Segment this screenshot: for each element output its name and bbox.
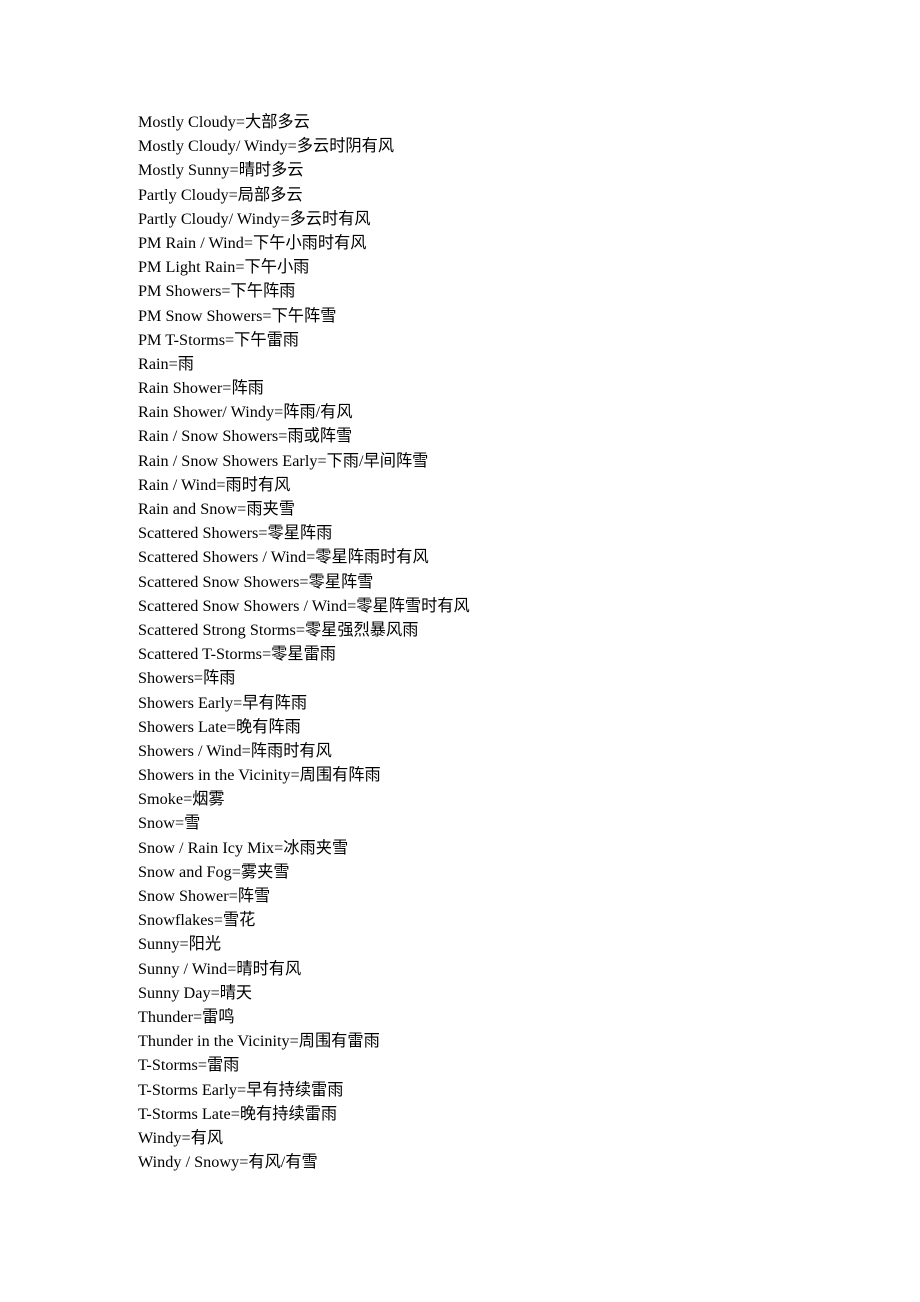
glossary-entry: Scattered Showers / Wind=零星阵雨时有风 xyxy=(138,548,429,567)
glossary-entry: Rain Shower=阵雨 xyxy=(138,379,264,398)
glossary-entry: Scattered T-Storms=零星雷雨 xyxy=(138,645,336,664)
glossary-entry: Thunder in the Vicinity=周围有雷雨 xyxy=(138,1032,380,1051)
document-page: Mostly Cloudy=大部多云 Mostly Cloudy/ Windy=多… xyxy=(0,0,920,1302)
glossary-entry: Scattered Snow Showers=零星阵雪 xyxy=(138,572,374,591)
glossary-entry: Snow and Fog=雾夹雪 xyxy=(138,862,290,881)
glossary-entry: Sunny / Wind=晴时有风 xyxy=(138,959,302,978)
weather-terms-glossary-list: Mostly Cloudy=大部多云 Mostly Cloudy/ Windy=多… xyxy=(138,110,838,1174)
glossary-entry: Mostly Cloudy=大部多云 xyxy=(138,113,310,131)
glossary-entry: Partly Cloudy/ Windy=多云时有风 xyxy=(138,209,371,228)
glossary-entry: Showers=阵雨 xyxy=(138,669,236,688)
glossary-entry: Partly Cloudy=局部多云 xyxy=(138,185,303,204)
glossary-entry: Showers / Wind=阵雨时有风 xyxy=(138,741,332,760)
glossary-entry: Rain / Wind=雨时有风 xyxy=(138,475,291,494)
glossary-entry: Windy=有风 xyxy=(138,1128,224,1147)
glossary-entry: PM Light Rain=下午小雨 xyxy=(138,258,310,277)
glossary-entry: T-Storms Early=早有持续雷雨 xyxy=(138,1080,344,1099)
glossary-entry: Rain and Snow=雨夹雪 xyxy=(138,500,295,518)
glossary-entry: Windy / Snowy=有风/有雪 xyxy=(138,1153,318,1172)
glossary-entry: T-Storms=雷雨 xyxy=(138,1056,240,1075)
glossary-entry: Smoke=烟雾 xyxy=(138,790,225,809)
glossary-entry: Thunder=雷鸣 xyxy=(138,1007,235,1026)
glossary-entry: Snow / Rain Icy Mix=冰雨夹雪 xyxy=(138,838,349,857)
glossary-entry: Mostly Cloudy/ Windy=多云时阴有风 xyxy=(138,137,395,156)
glossary-entry: Sunny Day=晴天 xyxy=(138,983,253,1002)
glossary-entry: Rain Shower/ Windy=阵雨/有风 xyxy=(138,403,353,422)
glossary-entry: PM Rain / Wind=下午小雨时有风 xyxy=(138,233,367,252)
glossary-entry: Showers Early=早有阵雨 xyxy=(138,693,308,712)
glossary-entry: Showers Late=晚有阵雨 xyxy=(138,717,301,736)
glossary-entry: PM Snow Showers=下午阵雪 xyxy=(138,306,337,325)
glossary-entry: Scattered Snow Showers / Wind=零星阵雪时有风 xyxy=(138,596,470,615)
glossary-entry: PM T-Storms=下午雷雨 xyxy=(138,330,300,349)
glossary-entry: Mostly Sunny=晴时多云 xyxy=(138,161,304,180)
glossary-entry: Snowflakes=雪花 xyxy=(138,911,256,930)
glossary-entry: PM Showers=下午阵雨 xyxy=(138,282,296,301)
glossary-entry: Rain / Snow Showers=雨或阵雪 xyxy=(138,427,353,446)
glossary-entry: Sunny=阳光 xyxy=(138,935,222,954)
glossary-entry: T-Storms Late=晚有持续雷雨 xyxy=(138,1104,338,1123)
glossary-entry: Snow=雪 xyxy=(138,814,201,833)
glossary-entry: Scattered Strong Storms=零星强烈暴风雨 xyxy=(138,620,419,639)
glossary-entry: Snow Shower=阵雪 xyxy=(138,887,271,905)
glossary-entry: Showers in the Vicinity=周围有阵雨 xyxy=(138,766,381,785)
glossary-entry: Scattered Showers=零星阵雨 xyxy=(138,524,333,543)
glossary-entry: Rain=雨 xyxy=(138,354,195,373)
glossary-entry: Rain / Snow Showers Early=下雨/早间阵雪 xyxy=(138,451,429,470)
